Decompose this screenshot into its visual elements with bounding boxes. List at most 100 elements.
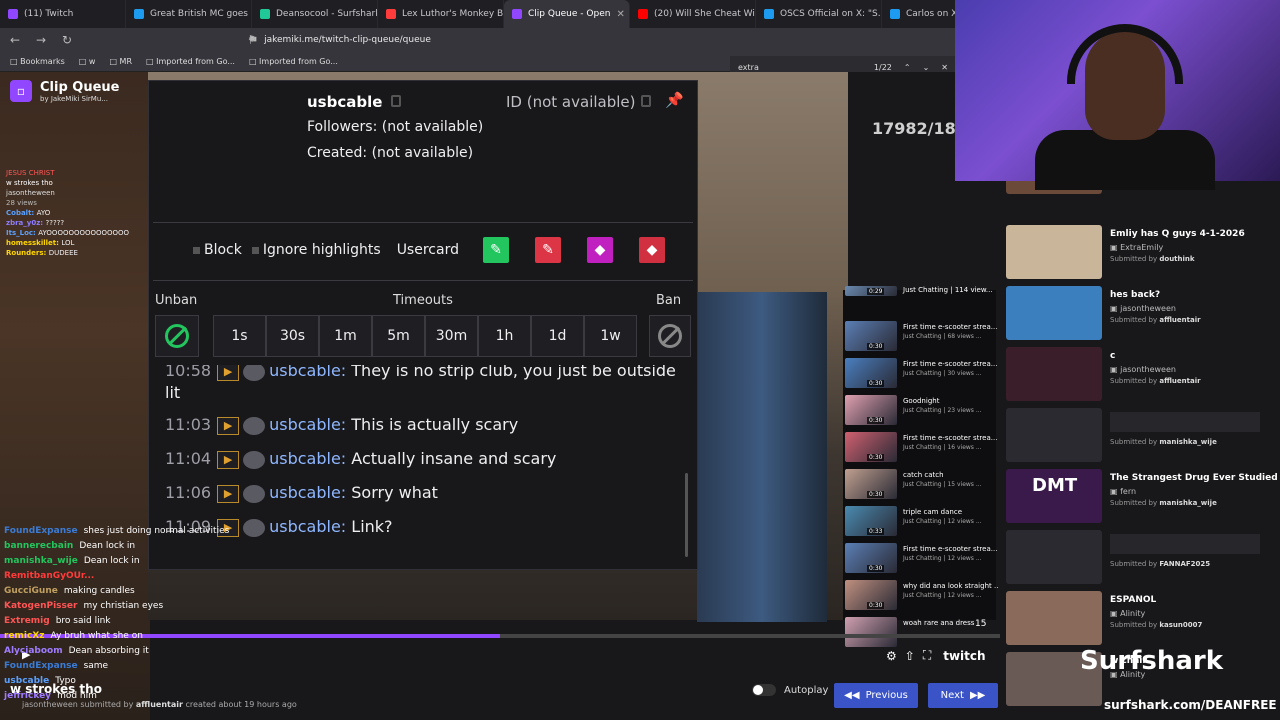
recommended-clip[interactable]: 0:30 why did ana look straight ... Just Ch… [845,580,1001,612]
mini-chat-user[interactable]: homesskillet: [6,239,61,247]
browser-tab[interactable]: Clip Queue - Open ✕ [504,0,630,28]
site-info-icon[interactable]: ⚙ [248,35,256,45]
autoplay-switch[interactable] [752,684,776,696]
queue-submitter-name[interactable]: douthink [1159,255,1194,263]
timeout-1w-button[interactable]: 1w [584,315,637,357]
mini-chat-user[interactable]: Cobalt: [6,209,37,217]
browser-tab[interactable]: OSCS Official on X: "S... [756,0,882,28]
by-user[interactable]: JakeMiki [51,95,79,103]
bookmark-item[interactable]: □ Imported from Go... [146,57,235,66]
clip-submitter[interactable]: affluentair [136,700,183,709]
mini-chat-user[interactable]: Rounders: [6,249,49,257]
queue-clip[interactable]: ESPANOL ▣ Alinity Submitted by kasun0007 [1006,591,1276,649]
ignore-checkbox[interactable] [251,246,259,254]
queue-channel[interactable]: ▣ Alinity [1110,609,1145,618]
chat-overlay-user[interactable]: FoundExpanse [4,526,78,536]
previous-button[interactable]: ◀◀ Previous [834,683,918,708]
queue-thumbnail[interactable] [1006,591,1102,645]
queue-clip[interactable]: hes back? ▣ jasontheween Submitted by affl… [1006,286,1276,344]
chat-overlay-user[interactable]: bannerecbain [4,541,73,551]
bookmark-item[interactable]: □ Imported from Go... [249,57,338,66]
queue-thumbnail[interactable] [1006,408,1102,462]
log-scrollbar[interactable] [685,473,688,557]
queue-channel[interactable]: ▣ ExtraEmily [1110,243,1163,252]
timeout-1h-button[interactable]: 1h [478,315,531,357]
queue-submitter-name[interactable]: FANNAF2025 [1159,560,1210,568]
find-next-icon[interactable]: ⌄ [923,63,930,72]
timeout-1m-button[interactable]: 1m [319,315,372,357]
find-input[interactable]: extra [738,63,759,72]
mini-chat-user[interactable]: zbra_y0z: [6,219,46,227]
queue-clip[interactable]: c ▣ jasontheween Submitted by affluentair [1006,347,1276,405]
reload-icon[interactable]: ↻ [60,33,74,47]
share-icon[interactable]: ⇧ [905,649,915,663]
rec-thumbnail[interactable] [845,617,897,647]
clip-channel[interactable]: jasontheween [22,700,78,709]
chat-overlay-user[interactable]: GucciGune [4,586,58,596]
chat-overlay-user[interactable]: Extremig [4,616,50,626]
browser-tab[interactable]: Deansocool - Surfshark [252,0,378,28]
recommended-clip[interactable]: 0:33 triple cam dance Just Chatting | 12 v… [845,506,995,538]
queue-submitter-name[interactable]: affluentair [1159,377,1200,385]
tab-close-icon[interactable]: ✕ [616,9,624,20]
address-bar[interactable]: ⚙ jakemiki.me/twitch-clip-queue/queue [248,32,948,48]
ban-button[interactable] [649,315,691,357]
recommended-clip[interactable]: 0:30 First time e-scooter strea... Just Ch… [845,358,997,390]
mod-icon[interactable]: ✎ [482,237,509,263]
timeout-1d-button[interactable]: 1d [531,315,584,357]
browser-tab[interactable]: (20) Will She Cheat With [630,0,756,28]
chat-overlay-user[interactable]: Alyciaboom [4,646,63,656]
browser-tab[interactable]: (11) Twitch [0,0,126,28]
find-prev-icon[interactable]: ⌃ [904,63,911,72]
chat-overlay-user[interactable]: RemitbanGyOUr... [4,571,94,581]
queue-clip[interactable]: Submitted by FANNAF2025 [1006,530,1276,588]
log-username[interactable]: usbcable: [269,415,346,434]
recommended-clip[interactable]: 0:30 catch catch Just Chatting | 15 views … [845,469,995,501]
back-icon[interactable]: ← [8,33,22,47]
chat-overlay-user[interactable]: FoundExpanse [4,661,78,671]
block-toggle[interactable]: Block [193,242,242,258]
autoplay-toggle[interactable]: Autoplay [752,684,828,696]
block-checkbox[interactable] [193,246,200,254]
queue-thumbnail[interactable] [1006,225,1102,279]
fullscreen-icon[interactable]: ⛶ [923,648,931,663]
next-button[interactable]: Next ▶▶ [928,683,998,708]
twitch-logo[interactable]: twitch [943,649,985,663]
queue-clip[interactable]: Emliy has Q guys 4-1-2026 ▣ ExtraEmily Sub… [1006,225,1276,283]
forward-icon[interactable]: → [34,33,48,47]
queue-channel[interactable]: ▣ jasontheween [1110,365,1176,374]
bookmark-item[interactable]: □ w [79,57,96,66]
queue-thumbnail[interactable]: DMT [1006,469,1102,523]
mini-chat-user[interactable]: Its_Loc: [6,229,38,237]
recommended-clip[interactable]: 0:30 First time e-scooter strea... Just Ch… [845,432,997,464]
find-close-icon[interactable]: ✕ [941,63,948,72]
queue-clip[interactable]: Submitted by manishka_wije [1006,408,1276,466]
queue-submitter-name[interactable]: manishka_wije [1159,438,1216,446]
settings-icon[interactable]: ⚙ [886,649,897,663]
collab-user[interactable]: SirMu... [82,95,108,103]
queue-thumbnail[interactable] [1006,286,1102,340]
queue-submitter-name[interactable]: kasun0007 [1159,621,1202,629]
recommended-clip[interactable]: 0:29 Just Chatting | 114 view... [845,286,995,318]
unban-button[interactable] [155,315,199,357]
timeout-1s-button[interactable]: 1s [213,315,266,357]
vip-icon[interactable]: ◆ [586,237,613,263]
queue-submitter-name[interactable]: manishka_wije [1159,499,1216,507]
bookmark-item[interactable]: □ MR [109,57,132,66]
unvip-icon[interactable]: ◆ [638,237,665,263]
chat-overlay-user[interactable]: KatogenPisser [4,601,77,611]
recommended-clip[interactable]: 0:30 First time e-scooter strea... Just Ch… [845,321,997,353]
browser-tab[interactable]: Great British MC goes on... [126,0,252,28]
ignore-highlights-toggle[interactable]: Ignore highlights [251,242,381,258]
queue-thumbnail[interactable] [1006,347,1102,401]
recommended-clip[interactable]: woah rare ana dress [845,617,995,649]
log-username[interactable]: usbcable: [269,365,346,380]
log-username[interactable]: usbcable: [269,483,346,502]
pin-icon[interactable]: 📌 [665,91,684,109]
timeout-5m-button[interactable]: 5m [372,315,425,357]
queue-channel[interactable]: ▣ jasontheween [1110,304,1176,313]
queue-submitter-name[interactable]: affluentair [1159,316,1200,324]
usercard-link[interactable]: Usercard [397,242,459,258]
log-username[interactable]: usbcable: [269,449,346,468]
chat-overlay-user[interactable]: manishka_wije [4,556,78,566]
